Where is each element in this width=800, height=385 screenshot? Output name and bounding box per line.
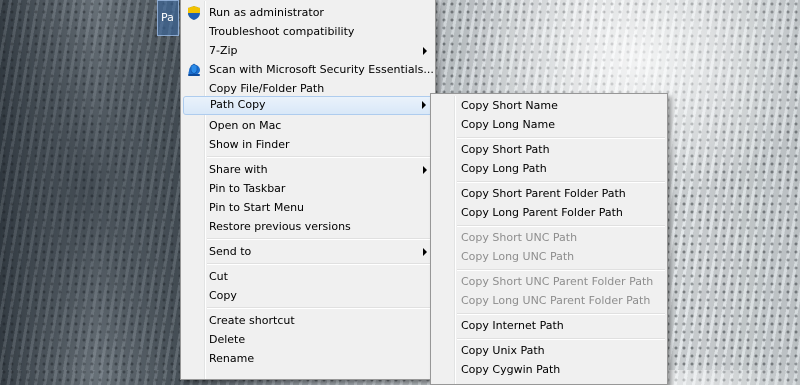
submenu-item-copy-short-parent-folder-path[interactable]: Copy Short Parent Folder Path	[433, 185, 665, 203]
submenu-item-label: Copy Short UNC Path	[461, 231, 578, 244]
submenu-item-copy-internet-path[interactable]: Copy Internet Path	[433, 317, 665, 335]
submenu-item-label: Copy Short UNC Parent Folder Path	[461, 275, 654, 288]
submenu-item-copy-short-unc-parent-folder-path: Copy Short UNC Parent Folder Path	[433, 273, 665, 291]
uac-shield-icon	[186, 5, 202, 21]
menu-item-delete[interactable]: Delete	[183, 331, 433, 349]
menu-item-label: Cut	[209, 270, 228, 283]
menu-separator	[457, 181, 665, 183]
menu-item-label: Scan with Microsoft Security Essentials.…	[209, 63, 434, 76]
menu-separator	[457, 313, 665, 315]
menu-item-label: Restore previous versions	[209, 220, 351, 233]
submenu-item-copy-long-unc-path: Copy Long UNC Path	[433, 248, 665, 266]
menu-item-pin-to-start-menu[interactable]: Pin to Start Menu	[183, 199, 433, 217]
submenu-item-label: Copy Internet Path	[461, 319, 564, 332]
submenu-item-copy-long-name[interactable]: Copy Long Name	[433, 116, 665, 134]
submenu-item-label: Copy Long UNC Parent Folder Path	[461, 294, 651, 307]
submenu-item-copy-long-parent-folder-path[interactable]: Copy Long Parent Folder Path	[433, 204, 665, 222]
menu-item-show-in-finder[interactable]: Show in Finder	[183, 136, 433, 154]
desktop-icon-label[interactable]: Pa	[157, 0, 179, 36]
menu-item-label: Open on Mac	[209, 119, 282, 132]
submenu-item-label: Copy Long UNC Path	[461, 250, 575, 263]
menu-separator	[207, 238, 433, 240]
menu-item-scan-security-essentials[interactable]: Scan with Microsoft Security Essentials.…	[183, 61, 434, 79]
menu-item-label: 7-Zip	[209, 44, 238, 57]
menu-item-label: Delete	[209, 333, 246, 346]
context-menu: Run as administrator Troubleshoot compat…	[180, 0, 436, 380]
menu-item-run-as-administrator[interactable]: Run as administrator	[183, 4, 433, 22]
submenu-item-copy-long-path[interactable]: Copy Long Path	[433, 160, 665, 178]
menu-item-send-to[interactable]: Send to	[183, 243, 433, 261]
menu-item-copy[interactable]: Copy	[183, 287, 433, 305]
submenu-arrow-icon	[423, 166, 427, 174]
submenu-arrow-icon	[423, 47, 427, 55]
menu-separator	[207, 263, 433, 265]
menu-item-cut[interactable]: Cut	[183, 268, 433, 286]
menu-item-restore-previous-versions[interactable]: Restore previous versions	[183, 218, 433, 236]
path-copy-submenu: Copy Short Name Copy Long Name Copy Shor…	[430, 93, 668, 385]
submenu-item-label: Copy Long Path	[461, 162, 547, 175]
submenu-item-label: Copy Unix Path	[461, 344, 545, 357]
menu-item-pin-to-taskbar[interactable]: Pin to Taskbar	[183, 180, 433, 198]
menu-item-7-zip[interactable]: 7-Zip	[183, 42, 433, 60]
security-essentials-icon	[186, 62, 202, 78]
menu-item-label: Path Copy	[210, 98, 266, 111]
submenu-arrow-icon	[422, 101, 426, 109]
menu-separator	[457, 225, 665, 227]
menu-item-label: Troubleshoot compatibility	[209, 25, 355, 38]
submenu-item-copy-unix-path[interactable]: Copy Unix Path	[433, 342, 665, 360]
menu-separator	[457, 269, 665, 271]
submenu-item-label: Copy Long Parent Folder Path	[461, 206, 623, 219]
submenu-arrow-icon	[423, 248, 427, 256]
menu-item-create-shortcut[interactable]: Create shortcut	[183, 312, 433, 330]
menu-item-label: Copy File/Folder Path	[209, 82, 325, 95]
submenu-item-copy-short-unc-path: Copy Short UNC Path	[433, 229, 665, 247]
menu-item-share-with[interactable]: Share with	[183, 161, 433, 179]
submenu-item-label: Copy Short Name	[461, 99, 558, 112]
submenu-item-copy-cygwin-path[interactable]: Copy Cygwin Path	[433, 361, 665, 379]
submenu-item-copy-short-name[interactable]: Copy Short Name	[433, 97, 665, 115]
menu-item-label: Rename	[209, 352, 255, 365]
submenu-item-copy-long-unc-parent-folder-path: Copy Long UNC Parent Folder Path	[433, 292, 665, 310]
menu-item-label: Create shortcut	[209, 314, 295, 327]
submenu-item-label: Copy Short Parent Folder Path	[461, 187, 626, 200]
submenu-item-label: Copy Long Name	[461, 118, 555, 131]
menu-item-label: Send to	[209, 245, 252, 258]
menu-item-rename[interactable]: Rename	[183, 350, 433, 368]
menu-item-path-copy[interactable]: Path Copy	[183, 96, 433, 115]
menu-separator	[207, 307, 433, 309]
menu-item-label: Run as administrator	[209, 6, 324, 19]
submenu-item-label: Copy Short Path	[461, 143, 550, 156]
menu-separator	[457, 338, 665, 340]
menu-item-label: Pin to Taskbar	[209, 182, 286, 195]
submenu-item-copy-short-path[interactable]: Copy Short Path	[433, 141, 665, 159]
menu-separator	[207, 156, 433, 158]
menu-item-label: Show in Finder	[209, 138, 290, 151]
menu-item-open-on-mac[interactable]: Open on Mac	[183, 117, 433, 135]
menu-item-label: Copy	[209, 289, 237, 302]
menu-item-label: Pin to Start Menu	[209, 201, 305, 214]
menu-item-troubleshoot-compatibility[interactable]: Troubleshoot compatibility	[183, 23, 433, 41]
menu-separator	[457, 137, 665, 139]
menu-item-label: Share with	[209, 163, 268, 176]
